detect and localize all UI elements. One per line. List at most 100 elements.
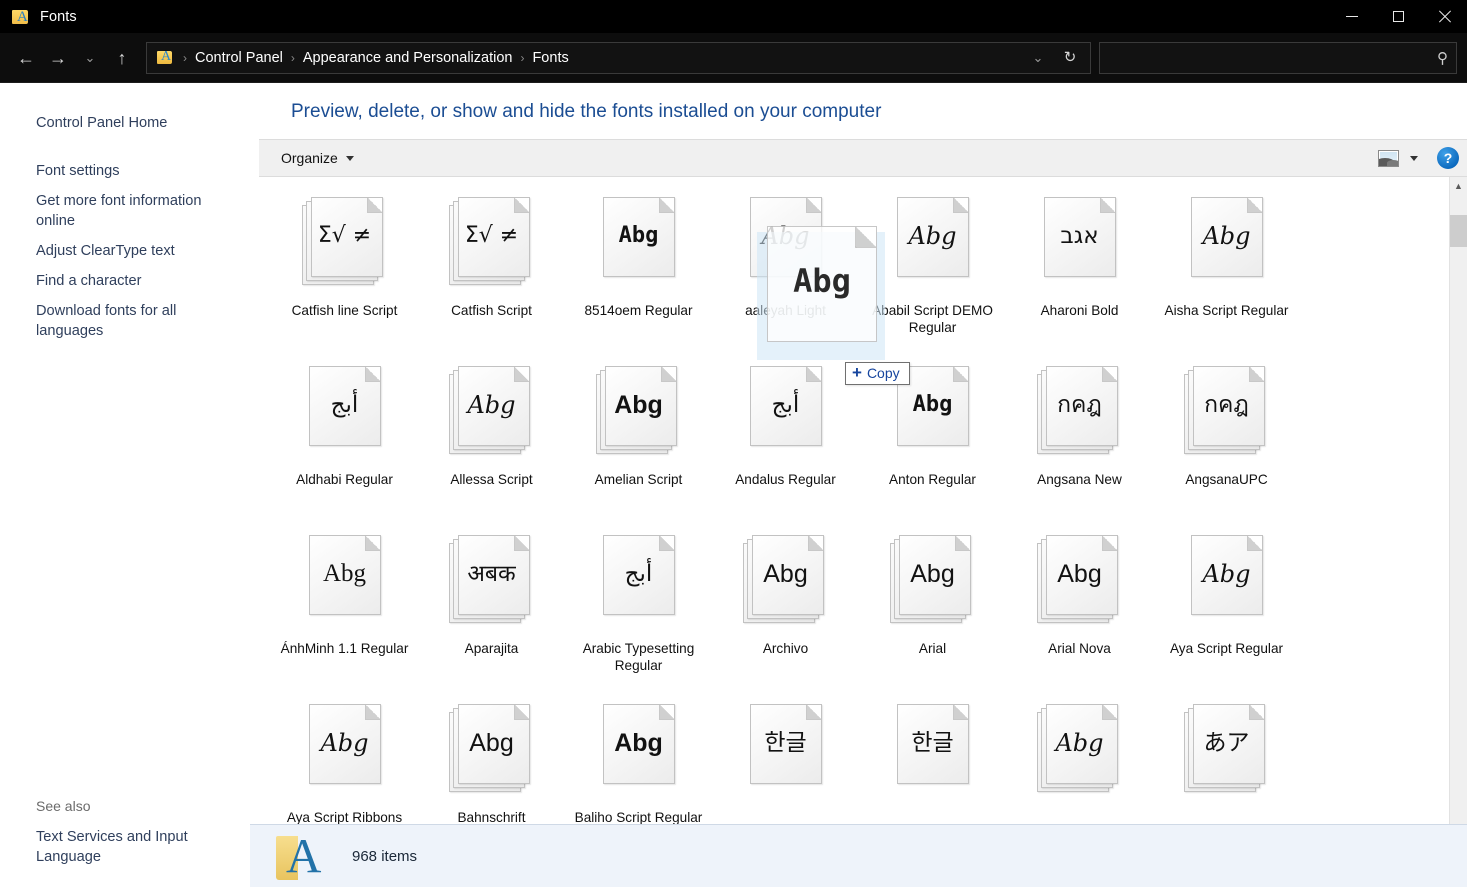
sidebar-item-text-services[interactable]: Text Services and Input Language <box>0 822 230 872</box>
sidebar-item-control-panel-home[interactable]: Control Panel Home <box>0 108 230 138</box>
font-file-icon: あア <box>1184 704 1270 800</box>
close-button[interactable] <box>1421 0 1467 33</box>
font-item[interactable]: AbgArial Nova <box>1006 529 1153 698</box>
font-name-label: ÁnhMinh 1.1 Regular <box>275 640 414 657</box>
status-bar: A 968 items <box>250 824 1467 887</box>
font-file-icon: Abg <box>890 535 976 631</box>
fonts-folder-icon: A <box>157 50 174 65</box>
font-item[interactable]: AbgArial <box>859 529 1006 698</box>
maximize-button[interactable] <box>1375 0 1421 33</box>
font-file-icon: Abg <box>596 197 682 293</box>
font-sample-text: Abg <box>1037 726 1123 760</box>
font-file-icon: Σ√ ≠ <box>302 197 388 293</box>
sidebar-item-get-more-font-info[interactable]: Get more font information online <box>0 186 230 236</box>
font-item[interactable]: أبجAldhabi Regular <box>271 360 418 529</box>
font-sample-text: אגב <box>1037 219 1123 253</box>
search-input[interactable] <box>1108 50 1437 65</box>
font-item[interactable]: Σ√ ≠Catfish line Script <box>271 191 418 360</box>
window-title: Fonts <box>40 9 77 25</box>
search-icon[interactable]: ⚲ <box>1437 49 1448 67</box>
font-item[interactable]: אגבAharoni Bold <box>1006 191 1153 360</box>
font-name-label: Andalus Regular <box>716 471 855 488</box>
scrollbar-track[interactable] <box>1450 195 1467 869</box>
font-item[interactable]: AbgAisha Script Regular <box>1153 191 1300 360</box>
breadcrumb[interactable]: A › Control Panel › Appearance and Perso… <box>146 42 1091 74</box>
font-item[interactable]: AbgAmelian Script <box>565 360 712 529</box>
font-item[interactable]: AbgArchivo <box>712 529 859 698</box>
font-sample-text: Σ√ ≠ <box>449 219 535 253</box>
font-file-icon: Abg <box>449 704 535 800</box>
font-item[interactable]: AbgAllessa Script <box>418 360 565 529</box>
font-file-icon: Abg <box>743 197 829 293</box>
font-sample-text: 한글 <box>890 726 976 760</box>
breadcrumb-dropdown-icon[interactable]: ⌄ <box>1022 42 1054 74</box>
font-name-label: aaleyah Light <box>716 302 855 319</box>
breadcrumb-item-appearance[interactable]: Appearance and Personalization <box>298 47 518 69</box>
font-file-icon: Abg <box>302 535 388 631</box>
scrollbar-thumb[interactable] <box>1450 215 1467 247</box>
scroll-up-arrow-icon[interactable]: ▲ <box>1450 177 1467 195</box>
vertical-scrollbar[interactable]: ▲ ▼ <box>1449 177 1467 887</box>
font-item[interactable]: AbgAya Script Regular <box>1153 529 1300 698</box>
font-file-icon: Abg <box>1184 197 1270 293</box>
font-item[interactable]: أبجArabic Typesetting Regular <box>565 529 712 698</box>
font-item[interactable]: Abg 8514oem Regular <box>565 191 712 360</box>
item-count-label: 968 items <box>352 848 417 865</box>
back-button[interactable]: ← <box>10 42 42 74</box>
sidebar-item-find-a-character[interactable]: Find a character <box>0 266 230 296</box>
font-file-icon: Abg <box>1037 704 1123 800</box>
font-name-label: Ababil Script DEMO Regular <box>863 302 1002 336</box>
preview-pane-icon[interactable] <box>1378 150 1399 167</box>
font-item[interactable]: Abg ÁnhMinh 1.1 Regular <box>271 529 418 698</box>
font-name-label: Aparajita <box>422 640 561 657</box>
font-sample-text: あア <box>1184 726 1270 760</box>
font-sample-text: Abg <box>1184 219 1270 253</box>
font-name-label: 8514oem Regular <box>569 302 708 319</box>
recent-locations-button[interactable]: ⌄ <box>74 42 106 74</box>
sidebar-item-download-fonts[interactable]: Download fonts for all languages <box>0 296 230 346</box>
up-button[interactable]: ↑ <box>106 42 138 74</box>
font-name-label: Anton Regular <box>863 471 1002 488</box>
organize-button[interactable]: Organize <box>273 146 362 170</box>
font-sample-text: Abg <box>302 726 388 760</box>
font-file-icon: Abg <box>596 366 682 462</box>
font-item[interactable]: กคฎ AngsanaUPC <box>1153 360 1300 529</box>
breadcrumb-separator: › <box>180 51 190 65</box>
help-button[interactable]: ? <box>1437 147 1459 169</box>
breadcrumb-item-control-panel[interactable]: Control Panel <box>190 47 288 69</box>
font-item[interactable]: กคฎAngsana New <box>1006 360 1153 529</box>
font-file-icon: 한글 <box>743 704 829 800</box>
font-sample-text: Σ√ ≠ <box>302 219 388 253</box>
breadcrumb-separator: › <box>288 51 298 65</box>
font-sample-text: Abg <box>743 557 829 591</box>
font-item[interactable]: AbgAbabil Script DEMO Regular <box>859 191 1006 360</box>
font-item[interactable]: Abg aaleyah Light <box>712 191 859 360</box>
refresh-icon[interactable]: ↻ <box>1054 42 1086 74</box>
font-file-icon: Abg <box>449 366 535 462</box>
see-also-title: See also <box>0 798 250 822</box>
view-options-button[interactable] <box>1403 152 1425 165</box>
font-sample-text: Abg <box>1037 557 1123 591</box>
forward-button[interactable]: → <box>42 42 74 74</box>
sidebar-item-font-settings[interactable]: Font settings <box>0 156 230 186</box>
plus-icon: + <box>852 366 862 380</box>
chevron-down-icon <box>1410 156 1418 161</box>
font-sample-text: Abg <box>596 726 682 760</box>
font-file-icon: กคฎ <box>1184 366 1270 462</box>
font-item[interactable]: Σ√ ≠ Catfish Script <box>418 191 565 360</box>
font-grid[interactable]: Σ√ ≠Catfish line ScriptΣ√ ≠Catfish Scrip… <box>259 177 1449 887</box>
font-name-label: Aldhabi Regular <box>275 471 414 488</box>
font-item[interactable]: أبجAndalus Regular <box>712 360 859 529</box>
minimize-button[interactable] <box>1329 0 1375 33</box>
font-item[interactable]: AbgAnton Regular <box>859 360 1006 529</box>
search-box[interactable]: ⚲ <box>1099 42 1457 74</box>
font-file-icon: กคฎ <box>1037 366 1123 462</box>
breadcrumb-separator: › <box>517 51 527 65</box>
sidebar-item-adjust-cleartype[interactable]: Adjust ClearType text <box>0 236 230 266</box>
page-title: Preview, delete, or show and hide the fo… <box>250 83 1467 139</box>
font-item[interactable]: अबकAparajita <box>418 529 565 698</box>
breadcrumb-item-fonts[interactable]: Fonts <box>527 47 573 69</box>
font-name-label: Catfish Script <box>422 302 561 319</box>
font-file-icon: أبج <box>596 535 682 631</box>
font-name-label: AngsanaUPC <box>1157 471 1296 488</box>
